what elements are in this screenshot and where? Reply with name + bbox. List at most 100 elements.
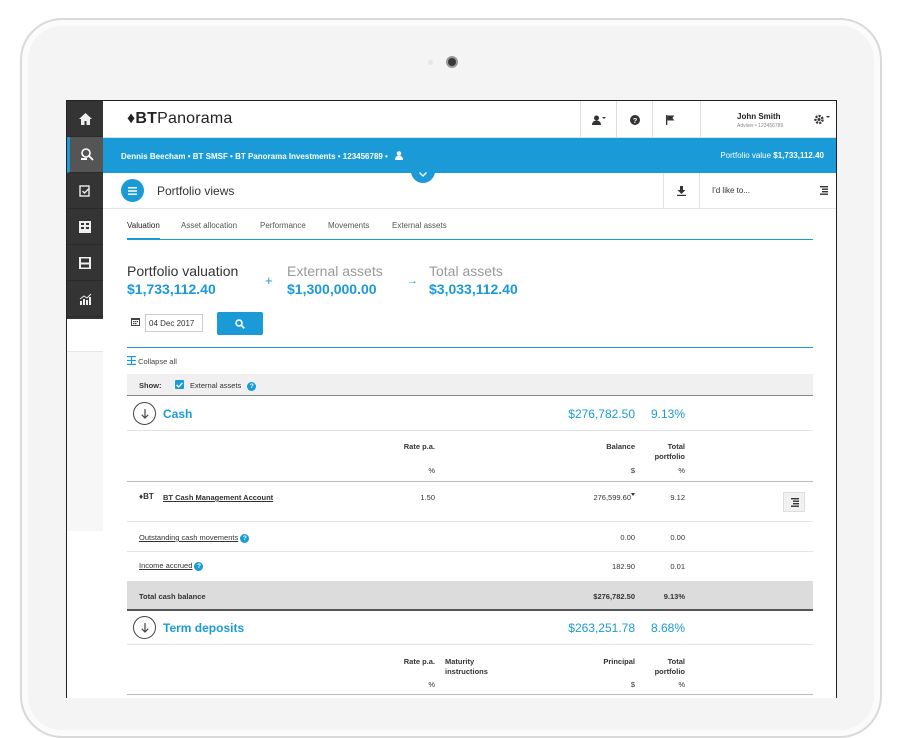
- sidebar-item-portfolio[interactable]: [67, 137, 103, 173]
- user-role: Adviser • 123456789: [737, 123, 784, 129]
- collapse-cash-button[interactable]: [133, 402, 156, 425]
- tab-external-assets[interactable]: External assets: [392, 221, 447, 240]
- account-details[interactable]: Dennis Beecham • BT SMSF • BT Panorama I…: [121, 151, 404, 161]
- col-rate: Rate p.a.: [403, 442, 435, 451]
- cash-account-pct: 9.12: [670, 493, 685, 502]
- page-menu-button[interactable]: [121, 179, 144, 202]
- income-pct: 0.01: [670, 562, 685, 571]
- app-screen: ♦BTPanorama ? John Smith Adviser • 12345…: [66, 100, 837, 698]
- help-button[interactable]: ?: [616, 101, 652, 138]
- cash-account-rate: 1.50: [420, 493, 435, 502]
- action-list-icon: [820, 186, 828, 195]
- search-button[interactable]: [217, 312, 263, 335]
- col-balance-unit: $: [630, 466, 635, 475]
- account-bar: Dennis Beecham • BT SMSF • BT Panorama I…: [103, 138, 836, 173]
- date-input[interactable]: [145, 314, 203, 332]
- sidebar-item-home[interactable]: [67, 101, 103, 137]
- col-rate: Rate p.a.: [403, 657, 435, 666]
- cash-column-headers: Rate p.a. % Balance $ Total portfolio %: [127, 434, 813, 482]
- help-icon[interactable]: ?: [247, 381, 257, 391]
- sidebar-item-business[interactable]: [67, 209, 103, 245]
- col-rate-unit: %: [428, 680, 435, 689]
- portfolio-valuation-value: $1,733,112.40: [127, 281, 216, 297]
- sidebar-item-documents[interactable]: [67, 245, 103, 281]
- flag-icon: [666, 114, 675, 125]
- svg-text:?: ?: [632, 115, 637, 124]
- col-total-unit: %: [678, 680, 685, 689]
- sidebar-item-tasks[interactable]: [67, 173, 103, 209]
- id-like-to-menu[interactable]: I'd like to...: [699, 173, 836, 209]
- calendar-icon[interactable]: [131, 317, 140, 326]
- cash-section-header[interactable]: Cash $276,782.50 9.13%: [127, 397, 813, 431]
- term-deposits-column-headers: Rate p.a. % Maturity instructions Princip…: [127, 649, 813, 695]
- tablet-sensor: [428, 60, 433, 65]
- help-icon[interactable]: ?: [194, 561, 204, 571]
- page-header: Portfolio views I'd like to...: [103, 173, 836, 209]
- collapse-all-button[interactable]: Collapse all: [127, 356, 177, 366]
- term-deposits-section-header[interactable]: Term deposits $263,251.78 8.68%: [127, 611, 813, 645]
- portfolio-valuation-label: Portfolio valuation: [127, 263, 239, 279]
- cash-account-balance: 276,599.60: [593, 493, 631, 502]
- cash-title: Cash: [163, 407, 193, 421]
- collapse-term-deposits-button[interactable]: [133, 616, 156, 639]
- person-icon: [395, 151, 404, 160]
- top-bar: ♦BTPanorama ? John Smith Adviser • 12345…: [103, 101, 836, 138]
- income-accrued-label[interactable]: Income accrued ?: [139, 561, 204, 571]
- page-title: Portfolio views: [157, 184, 235, 198]
- search-icon: [235, 318, 245, 329]
- sidebar-item-reports[interactable]: [67, 281, 103, 317]
- term-deposits-amount: $263,251.78: [568, 621, 635, 635]
- sidebar: [67, 101, 103, 319]
- table-row: Outstanding cash movements ? 0.00 0.00: [127, 523, 813, 552]
- table-row: ♦BT BT Cash Management Account 1.50 276,…: [127, 483, 813, 522]
- arrow-operator: →: [407, 275, 418, 287]
- col-balance: Balance: [606, 442, 635, 451]
- bt-logo: ♦BT: [139, 492, 154, 501]
- outstanding-cash-label[interactable]: Outstanding cash movements ?: [139, 533, 250, 543]
- col-total: Total portfolio: [654, 657, 685, 676]
- hamburger-icon: [128, 186, 137, 195]
- home-icon: [78, 112, 92, 125]
- app-logo[interactable]: ♦BTPanorama: [127, 110, 233, 128]
- plus-operator: +: [265, 273, 273, 288]
- external-assets-value: $1,300,000.00: [287, 281, 377, 297]
- row-actions-button[interactable]: [783, 492, 805, 512]
- term-deposits-title: Term deposits: [163, 621, 245, 635]
- tab-valuation[interactable]: Valuation: [127, 221, 160, 240]
- show-filter-row: Show: External assets ?: [127, 374, 813, 396]
- total-cash-balance: $276,782.50: [593, 592, 635, 601]
- help-icon[interactable]: ?: [240, 533, 250, 543]
- outstanding-pct: 0.00: [670, 533, 685, 542]
- cash-percent: 9.13%: [650, 407, 685, 421]
- col-total: Total portfolio: [654, 442, 685, 461]
- external-assets-checkbox-label: External assets ?: [190, 381, 257, 391]
- download-button[interactable]: [663, 173, 699, 209]
- tab-performance[interactable]: Performance: [260, 221, 306, 240]
- flag-button[interactable]: [652, 101, 688, 138]
- external-assets-checkbox[interactable]: [175, 380, 184, 389]
- action-list-icon: [791, 497, 799, 507]
- total-cash-label: Total cash balance: [139, 592, 206, 601]
- building-icon: [79, 220, 91, 233]
- view-tabs: Valuation Asset allocation Performance M…: [127, 221, 813, 240]
- user-menu-button[interactable]: [580, 101, 616, 138]
- cash-amount: $276,782.50: [568, 407, 635, 421]
- col-rate-unit: %: [428, 466, 435, 475]
- user-profile[interactable]: John Smith Adviser • 123456789: [700, 101, 836, 138]
- collapse-icon: [127, 356, 136, 365]
- show-label: Show:: [139, 381, 162, 390]
- clipboard-check-icon: [79, 185, 90, 197]
- term-deposits-percent: 8.68%: [650, 621, 685, 635]
- col-principal-unit: $: [630, 680, 635, 689]
- tab-asset-allocation[interactable]: Asset allocation: [181, 221, 237, 240]
- total-cash-row: Total cash balance $276,782.50 9.13%: [127, 581, 813, 611]
- tab-movements[interactable]: Movements: [328, 221, 369, 240]
- settings-icon[interactable]: [814, 114, 830, 125]
- sidebar-panel: [67, 351, 103, 531]
- income-balance: 182.90: [612, 562, 635, 571]
- arrow-down-icon: [140, 622, 149, 633]
- col-maturity: Maturity instructions: [445, 657, 488, 676]
- download-icon: [677, 186, 686, 196]
- col-principal: Principal: [603, 657, 635, 666]
- cash-account-link[interactable]: BT Cash Management Account: [163, 493, 273, 502]
